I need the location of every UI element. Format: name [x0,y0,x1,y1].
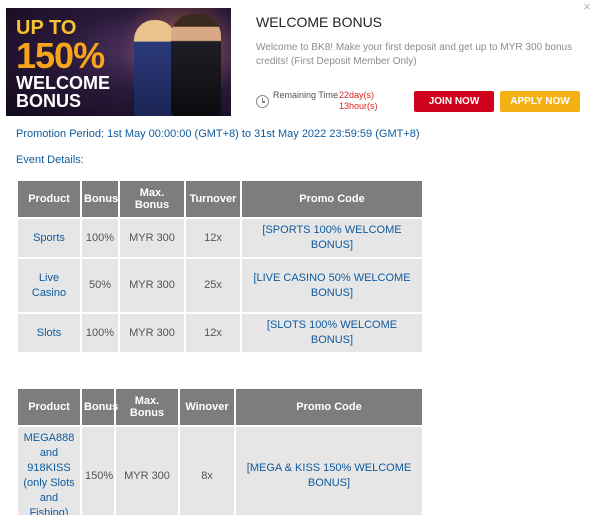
bonus-table-2: Product Bonus Max. Bonus Winover Promo C… [16,387,424,515]
product-cell[interactable]: Live Casino [18,259,80,312]
bonus-cell: 50% [82,259,118,312]
close-icon[interactable]: × [580,0,594,14]
col-header-bonus: Bonus [82,389,118,425]
promo-code-cell[interactable]: [SPORTS 100% WELCOME BONUS] [242,219,422,257]
col-header-promo-code: Promo Code [236,389,422,425]
banner-line-4: BONUS [16,91,82,111]
max-bonus-cell: MYR 300 [120,219,184,257]
clock-icon [256,95,269,108]
remaining-label: Remaining Time [273,90,339,100]
turnover-cell: 25x [186,259,240,312]
table-row: Sports 100% MYR 300 12x [SPORTS 100% WEL… [18,219,422,257]
promo-code-cell[interactable]: [LIVE CASINO 50% WELCOME BONUS] [242,259,422,312]
promo-banner-image: UP TO 150% WELCOME BONUS [6,8,231,116]
man-figure [171,14,221,116]
col-header-max-bonus: Max. Bonus [116,389,178,425]
promo-description: Welcome to BK8! Make your first deposit … [256,42,573,67]
table-row: Slots 100% MYR 300 12x [SLOTS 100% WELCO… [18,314,422,352]
col-header-product: Product [18,389,80,425]
col-header-winover: Winover [180,389,234,425]
event-details-label: Event Details: [16,154,84,166]
join-now-button[interactable]: JOIN NOW [414,91,494,112]
col-header-bonus: Bonus [82,181,118,217]
promotion-period: Promotion Period: 1st May 00:00:00 (GMT+… [16,128,420,140]
banner-percent: 150% [16,35,105,76]
max-bonus-cell: MYR 300 [120,314,184,352]
bonus-table-1: Product Bonus Max. Bonus Turnover Promo … [16,179,424,354]
col-header-promo-code: Promo Code [242,181,422,217]
col-header-product: Product [18,181,80,217]
promo-code-cell[interactable]: [SLOTS 100% WELCOME BONUS] [242,314,422,352]
remaining-days: 22day(s) [339,90,375,100]
turnover-cell: 12x [186,219,240,257]
banner-line-3: WELCOME [16,73,110,93]
winover-cell: 8x [180,427,234,515]
bonus-cell: 100% [82,314,118,352]
turnover-cell: 12x [186,314,240,352]
promo-title: WELCOME BONUS [256,14,383,30]
table-row: Live Casino 50% MYR 300 25x [LIVE CASINO… [18,259,422,312]
max-bonus-cell: MYR 300 [120,259,184,312]
col-header-turnover: Turnover [186,181,240,217]
product-cell[interactable]: Slots [18,314,80,352]
remaining-hours: 13hour(s) [339,101,378,111]
bonus-cell: 100% [82,219,118,257]
promo-code-cell[interactable]: [MEGA & KISS 150% WELCOME BONUS] [236,427,422,515]
col-header-max-bonus: Max. Bonus [120,181,184,217]
bonus-cell: 150% [82,427,114,515]
table-row: MEGA888 and 918KISS (only Slots and Fish… [18,427,422,515]
apply-now-button[interactable]: APPLY NOW [500,91,580,112]
product-cell[interactable]: Sports [18,219,80,257]
woman-figure [134,20,176,116]
remaining-time: Remaining Time 22day(s) 13hour(s) [256,90,378,112]
max-bonus-cell: MYR 300 [116,427,178,515]
product-cell[interactable]: MEGA888 and 918KISS (only Slots and Fish… [18,427,80,515]
